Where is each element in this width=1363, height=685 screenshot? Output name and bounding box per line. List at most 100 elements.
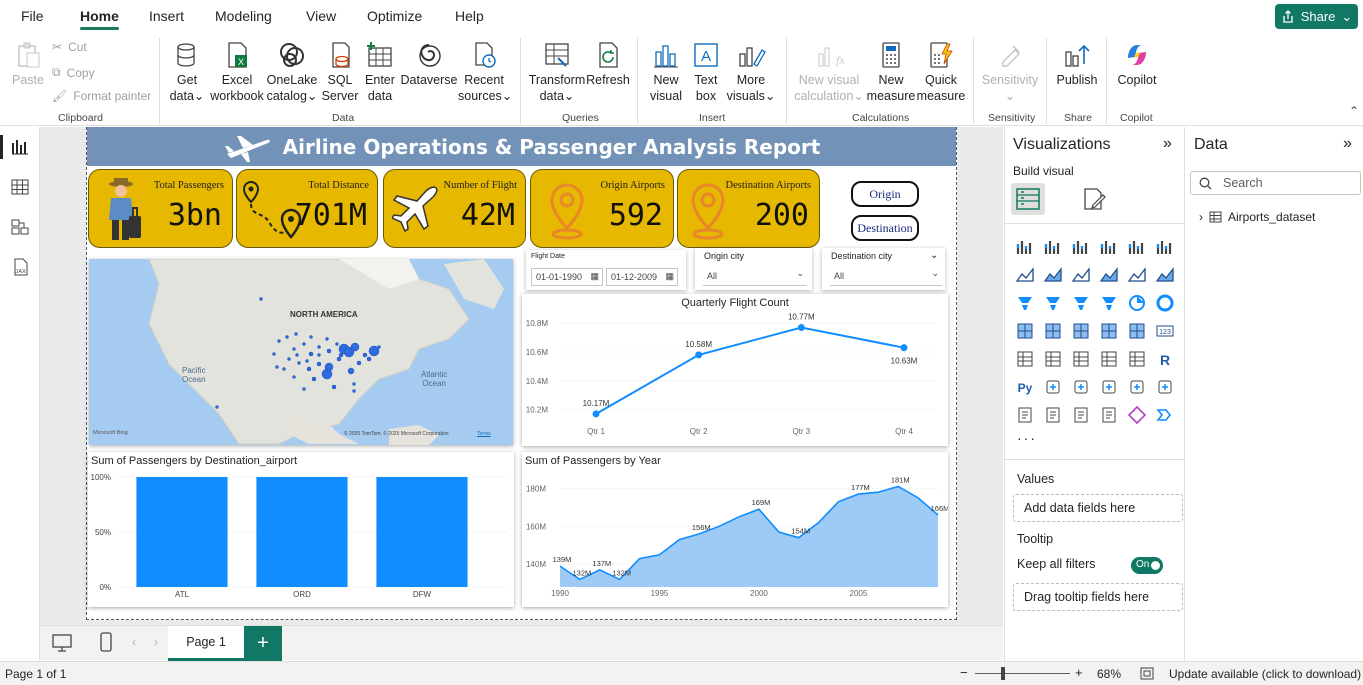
power-automate-icon[interactable] xyxy=(1155,405,1175,425)
100-bar-icon[interactable] xyxy=(1127,237,1147,257)
waterfall-icon[interactable] xyxy=(1043,293,1063,313)
destination-button[interactable]: Destination xyxy=(851,215,919,241)
more-visuals-button[interactable]: More visuals⌄ xyxy=(726,40,776,104)
new-visual-calculation-button[interactable]: fx New visual calculation⌄ xyxy=(794,40,864,104)
zoom-slider-thumb[interactable] xyxy=(1001,667,1005,680)
date-from-input[interactable]: 01-01-1990 ▦ xyxy=(531,268,603,286)
line-column-icon[interactable] xyxy=(1127,265,1147,285)
menu-modeling[interactable]: Modeling xyxy=(215,8,272,24)
quick-measure-button[interactable]: Quick measure xyxy=(916,40,966,104)
gauge-icon[interactable] xyxy=(1127,321,1147,341)
new-visual-button[interactable]: New visual xyxy=(645,40,687,104)
line-clustered-icon[interactable] xyxy=(1155,265,1175,285)
scatter-icon[interactable] xyxy=(1099,293,1119,313)
build-visual-tab[interactable] xyxy=(1011,183,1045,215)
stacked-bar-icon[interactable] xyxy=(1015,237,1035,257)
share-button[interactable]: Share ⌄ xyxy=(1275,4,1358,29)
slicer-new-icon[interactable] xyxy=(1071,405,1091,425)
matrix-icon[interactable] xyxy=(1127,349,1147,369)
kpi-card-number-of-flight[interactable]: Number of Flight 42M xyxy=(383,169,526,248)
multirow-card-icon[interactable] xyxy=(1015,349,1035,369)
kpi-card-total-distance[interactable]: Total Distance 701M xyxy=(236,169,378,248)
zoom-in-button[interactable]: + xyxy=(1075,665,1083,680)
fabric-icon[interactable] xyxy=(1099,405,1119,425)
100-area-icon[interactable] xyxy=(1099,265,1119,285)
card-new-icon[interactable] xyxy=(1043,405,1063,425)
collapse-pane-icon[interactable]: » xyxy=(1343,135,1352,153)
card-icon[interactable]: 123 xyxy=(1155,321,1175,341)
qna-icon[interactable] xyxy=(1099,377,1119,397)
goals-icon[interactable] xyxy=(1155,377,1175,397)
clustered-bar-icon[interactable] xyxy=(1071,237,1091,257)
map-visual[interactable]: NORTH AMERICA Pacific Ocean Atlantic Ocean… xyxy=(89,259,513,445)
kpi-card-destination-airports[interactable]: Destination Airports 200 xyxy=(677,169,820,248)
stacked-area-icon[interactable] xyxy=(1071,265,1091,285)
values-well[interactable]: Add data fields here xyxy=(1013,494,1183,522)
fit-to-page-icon[interactable] xyxy=(1140,667,1154,680)
mobile-view-icon[interactable] xyxy=(100,632,112,652)
destination-city-slicer[interactable]: Destination city ⌄ All ⌄ xyxy=(822,248,945,290)
narrative-icon[interactable] xyxy=(1127,377,1147,397)
next-page-icon[interactable]: › xyxy=(154,635,158,649)
date-to-input[interactable]: 01-12-2009 ▦ xyxy=(606,268,678,286)
sql-server-button[interactable]: SQL Server xyxy=(320,40,360,104)
python-visual-icon[interactable]: Py xyxy=(1015,377,1035,397)
menu-optimize[interactable]: Optimize xyxy=(367,8,422,24)
transform-data-button[interactable]: Transform data⌄ xyxy=(528,40,586,104)
kpi-card-total-passengers[interactable]: Total Passengers 3bn xyxy=(88,169,233,248)
map-terms-link[interactable]: Terms xyxy=(477,431,491,437)
enter-data-button[interactable]: Enter data xyxy=(362,40,398,104)
recent-sources-button[interactable]: Recent sources⌄ xyxy=(458,40,512,104)
filled-map-icon[interactable] xyxy=(1071,321,1091,341)
tooltip-well[interactable]: Drag tooltip fields here xyxy=(1013,583,1183,611)
cut-button[interactable]: ✂ Cut xyxy=(52,40,87,54)
model-view-icon[interactable] xyxy=(10,217,30,237)
menu-view[interactable]: View xyxy=(306,8,336,24)
origin-city-slicer[interactable]: Origin city All ⌄ xyxy=(695,248,812,290)
menu-file[interactable]: File xyxy=(21,8,44,24)
format-visual-icon[interactable] xyxy=(1079,185,1109,213)
keep-all-filters-toggle[interactable]: On xyxy=(1131,557,1163,574)
donut-icon[interactable] xyxy=(1155,293,1175,313)
origin-city-dropdown[interactable]: All ⌄ xyxy=(703,268,807,286)
tab-page-1[interactable]: Page 1 xyxy=(168,626,244,661)
publish-button[interactable]: Publish xyxy=(1054,40,1100,88)
copy-button[interactable]: ⧉ Copy xyxy=(52,65,95,80)
100-column-icon[interactable] xyxy=(1155,237,1175,257)
line-chart-icon[interactable] xyxy=(1015,265,1035,285)
refresh-button[interactable]: Refresh xyxy=(586,40,630,88)
desktop-view-icon[interactable] xyxy=(52,634,72,652)
decomposition-tree-icon[interactable] xyxy=(1071,377,1091,397)
dax-query-view-icon[interactable]: DAX xyxy=(10,257,30,277)
sensitivity-button[interactable]: Sensitivity ⌄ xyxy=(980,40,1040,104)
treemap-icon[interactable] xyxy=(1015,321,1035,341)
menu-home[interactable]: Home xyxy=(80,8,119,30)
azure-map-icon[interactable] xyxy=(1099,321,1119,341)
r-visual-icon[interactable]: R xyxy=(1155,349,1175,369)
text-box-button[interactable]: A Text box xyxy=(688,40,724,104)
funnel-icon[interactable] xyxy=(1071,293,1091,313)
new-measure-button[interactable]: New measure xyxy=(866,40,916,104)
collapse-ribbon-icon[interactable]: ⌃ xyxy=(1349,104,1359,118)
area-chart-icon[interactable] xyxy=(1043,265,1063,285)
key-influencers-icon[interactable] xyxy=(1043,377,1063,397)
get-data-button[interactable]: Get data⌄ xyxy=(166,40,208,104)
zoom-slider-track[interactable] xyxy=(975,673,1070,674)
dataverse-button[interactable]: Dataverse xyxy=(400,40,458,88)
power-apps-icon[interactable] xyxy=(1127,405,1147,425)
date-slicer[interactable]: Flight Date 01-01-1990 ▦ 01-12-2009 ▦ xyxy=(526,250,686,290)
menu-help[interactable]: Help xyxy=(455,8,484,24)
report-view-icon[interactable] xyxy=(10,137,30,157)
destination-city-dropdown[interactable]: All ⌄ xyxy=(830,268,942,286)
collapse-pane-icon[interactable]: » xyxy=(1163,135,1172,153)
paginated-report-icon[interactable] xyxy=(1015,405,1035,425)
onelake-catalog-button[interactable]: OneLake catalog⌄ xyxy=(266,40,318,104)
table-view-icon[interactable] xyxy=(10,177,30,197)
passengers-by-year-chart[interactable]: Sum of Passengers by Year 140M 160M 180M 19… xyxy=(522,452,949,607)
passengers-by-destination-chart[interactable]: Sum of Passengers by Destination_airport… xyxy=(88,452,514,607)
origin-button[interactable]: Origin xyxy=(851,181,919,207)
more-visuals-ellipsis[interactable]: ··· xyxy=(1017,430,1037,446)
paste-button[interactable]: Paste xyxy=(10,40,46,88)
prev-page-icon[interactable]: ‹ xyxy=(132,635,136,649)
add-page-button[interactable]: + xyxy=(244,626,282,661)
